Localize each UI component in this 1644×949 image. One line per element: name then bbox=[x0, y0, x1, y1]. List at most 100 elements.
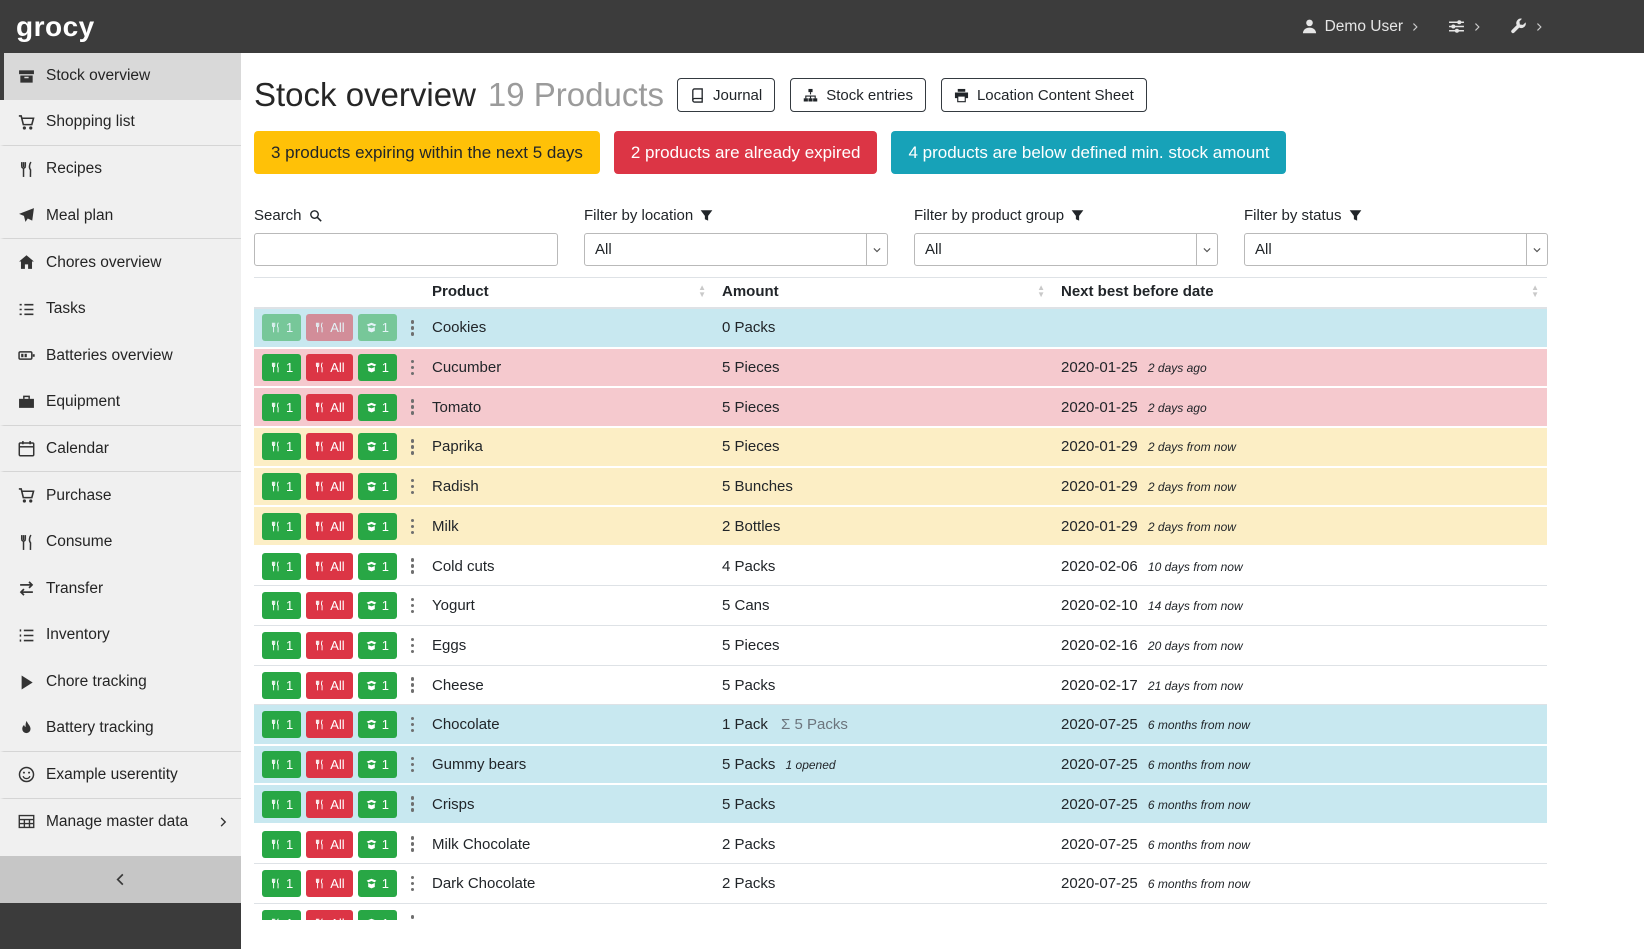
consume-all-button[interactable]: All bbox=[306, 791, 352, 818]
sidebar-item-equipment[interactable]: Equipment bbox=[0, 379, 241, 426]
admin-menu[interactable] bbox=[1510, 18, 1544, 35]
consume-all-button[interactable]: All bbox=[306, 910, 352, 920]
amount-column-header[interactable]: Amount ▲▼ bbox=[714, 278, 1053, 309]
open-one-button[interactable]: 1 bbox=[358, 711, 397, 738]
consume-all-button[interactable]: All bbox=[306, 314, 352, 341]
sidebar-item-shopping-list[interactable]: Shopping list bbox=[0, 100, 241, 147]
open-one-button[interactable]: 1 bbox=[358, 870, 397, 897]
consume-one-button[interactable]: 1 bbox=[262, 314, 301, 341]
row-menu-button[interactable] bbox=[405, 831, 421, 857]
open-one-button[interactable]: 1 bbox=[358, 473, 397, 500]
product-group-filter-select[interactable]: All bbox=[914, 233, 1218, 266]
row-menu-button[interactable] bbox=[405, 791, 421, 817]
consume-one-button[interactable]: 1 bbox=[262, 473, 301, 500]
consume-one-button[interactable]: 1 bbox=[262, 394, 301, 421]
consume-all-button[interactable]: All bbox=[306, 751, 352, 778]
row-menu-button[interactable] bbox=[405, 553, 421, 579]
sidebar-item-calendar[interactable]: Calendar bbox=[0, 426, 241, 473]
consume-one-button[interactable]: 1 bbox=[262, 831, 301, 858]
sidebar-item-purchase[interactable]: Purchase bbox=[0, 472, 241, 519]
row-menu-button[interactable] bbox=[405, 593, 421, 619]
sidebar-item-meal-plan[interactable]: Meal plan bbox=[0, 193, 241, 240]
best-before-date: 2020-02-06 bbox=[1061, 558, 1138, 575]
consume-one-button[interactable]: 1 bbox=[262, 632, 301, 659]
expiring-banner[interactable]: 3 products expiring within the next 5 da… bbox=[254, 131, 600, 174]
consume-all-button[interactable]: All bbox=[306, 711, 352, 738]
expired-banner[interactable]: 2 products are already expired bbox=[614, 131, 878, 174]
consume-one-button[interactable]: 1 bbox=[262, 672, 301, 699]
sidebar-item-inventory[interactable]: Inventory bbox=[0, 612, 241, 659]
consume-one-button[interactable]: 1 bbox=[262, 354, 301, 381]
best-before-column-header[interactable]: Next best before date ▲▼ bbox=[1053, 278, 1547, 309]
location-content-sheet-button[interactable]: Location Content Sheet bbox=[941, 78, 1147, 112]
row-menu-button[interactable] bbox=[405, 315, 421, 341]
row-menu-button[interactable] bbox=[405, 355, 421, 381]
settings-menu[interactable] bbox=[1448, 18, 1482, 35]
open-one-button[interactable]: 1 bbox=[358, 791, 397, 818]
stock-entries-button[interactable]: Stock entries bbox=[790, 78, 926, 112]
row-menu-button[interactable] bbox=[405, 871, 421, 897]
consume-all-button[interactable]: All bbox=[306, 553, 352, 580]
sidebar-item-stock-overview[interactable]: Stock overview bbox=[0, 53, 241, 100]
sidebar-item-chore-tracking[interactable]: Chore tracking bbox=[0, 659, 241, 706]
sidebar-item-transfer[interactable]: Transfer bbox=[0, 566, 241, 613]
sidebar-item-battery-tracking[interactable]: Battery tracking bbox=[0, 705, 241, 752]
below-min-stock-banner[interactable]: 4 products are below defined min. stock … bbox=[891, 131, 1286, 174]
status-filter-select[interactable]: All bbox=[1244, 233, 1548, 266]
location-filter-select[interactable]: All bbox=[584, 233, 888, 266]
consume-all-button[interactable]: All bbox=[306, 831, 352, 858]
sidebar-item-chores-overview[interactable]: Chores overview bbox=[0, 239, 241, 286]
row-menu-button[interactable] bbox=[405, 910, 421, 920]
sidebar-item-recipes[interactable]: Recipes bbox=[0, 146, 241, 193]
row-menu-button[interactable] bbox=[405, 712, 421, 738]
open-one-button[interactable]: 1 bbox=[358, 433, 397, 460]
consume-all-button[interactable]: All bbox=[306, 513, 352, 540]
consume-all-button[interactable]: All bbox=[306, 632, 352, 659]
consume-one-button[interactable]: 1 bbox=[262, 513, 301, 540]
row-menu-button[interactable] bbox=[405, 514, 421, 540]
open-one-button[interactable]: 1 bbox=[358, 394, 397, 421]
sidebar-item-manage-master-data[interactable]: Manage master data bbox=[0, 799, 241, 846]
open-one-button[interactable]: 1 bbox=[358, 553, 397, 580]
row-menu-button[interactable] bbox=[405, 434, 421, 460]
row-menu-button[interactable] bbox=[405, 394, 421, 420]
open-one-button[interactable]: 1 bbox=[358, 751, 397, 778]
consume-all-button[interactable]: All bbox=[306, 870, 352, 897]
open-one-button[interactable]: 1 bbox=[358, 831, 397, 858]
row-menu-button[interactable] bbox=[405, 633, 421, 659]
product-column-header[interactable]: Product ▲▼ bbox=[424, 278, 714, 309]
sidebar-item-tasks[interactable]: Tasks bbox=[0, 286, 241, 333]
row-menu-button[interactable] bbox=[405, 474, 421, 500]
open-one-button[interactable]: 1 bbox=[358, 910, 397, 920]
open-one-button[interactable]: 1 bbox=[358, 672, 397, 699]
journal-button[interactable]: Journal bbox=[677, 78, 775, 112]
consume-all-button[interactable]: All bbox=[306, 354, 352, 381]
sidebar-collapse-button[interactable] bbox=[0, 856, 241, 903]
open-one-button[interactable]: 1 bbox=[358, 632, 397, 659]
consume-all-button[interactable]: All bbox=[306, 672, 352, 699]
consume-all-button[interactable]: All bbox=[306, 394, 352, 421]
sidebar-item-example-userentity[interactable]: Example userentity bbox=[0, 752, 241, 799]
consume-one-button[interactable]: 1 bbox=[262, 592, 301, 619]
sidebar-item-batteries-overview[interactable]: Batteries overview bbox=[0, 333, 241, 380]
consume-one-button[interactable]: 1 bbox=[262, 870, 301, 897]
consume-all-button[interactable]: All bbox=[306, 473, 352, 500]
consume-one-button[interactable]: 1 bbox=[262, 791, 301, 818]
search-input[interactable] bbox=[254, 233, 558, 266]
app-logo[interactable]: grocy bbox=[16, 11, 95, 43]
consume-one-button[interactable]: 1 bbox=[262, 433, 301, 460]
sidebar-item-consume[interactable]: Consume bbox=[0, 519, 241, 566]
open-one-button[interactable]: 1 bbox=[358, 592, 397, 619]
consume-all-button[interactable]: All bbox=[306, 433, 352, 460]
consume-one-button[interactable]: 1 bbox=[262, 711, 301, 738]
consume-all-button[interactable]: All bbox=[306, 592, 352, 619]
open-one-button[interactable]: 1 bbox=[358, 513, 397, 540]
row-menu-button[interactable] bbox=[405, 672, 421, 698]
open-one-button[interactable]: 1 bbox=[358, 354, 397, 381]
row-menu-button[interactable] bbox=[405, 752, 421, 778]
open-one-button[interactable]: 1 bbox=[358, 314, 397, 341]
consume-one-button[interactable]: 1 bbox=[262, 910, 301, 920]
user-menu[interactable]: Demo User bbox=[1301, 18, 1420, 36]
consume-one-button[interactable]: 1 bbox=[262, 751, 301, 778]
consume-one-button[interactable]: 1 bbox=[262, 553, 301, 580]
